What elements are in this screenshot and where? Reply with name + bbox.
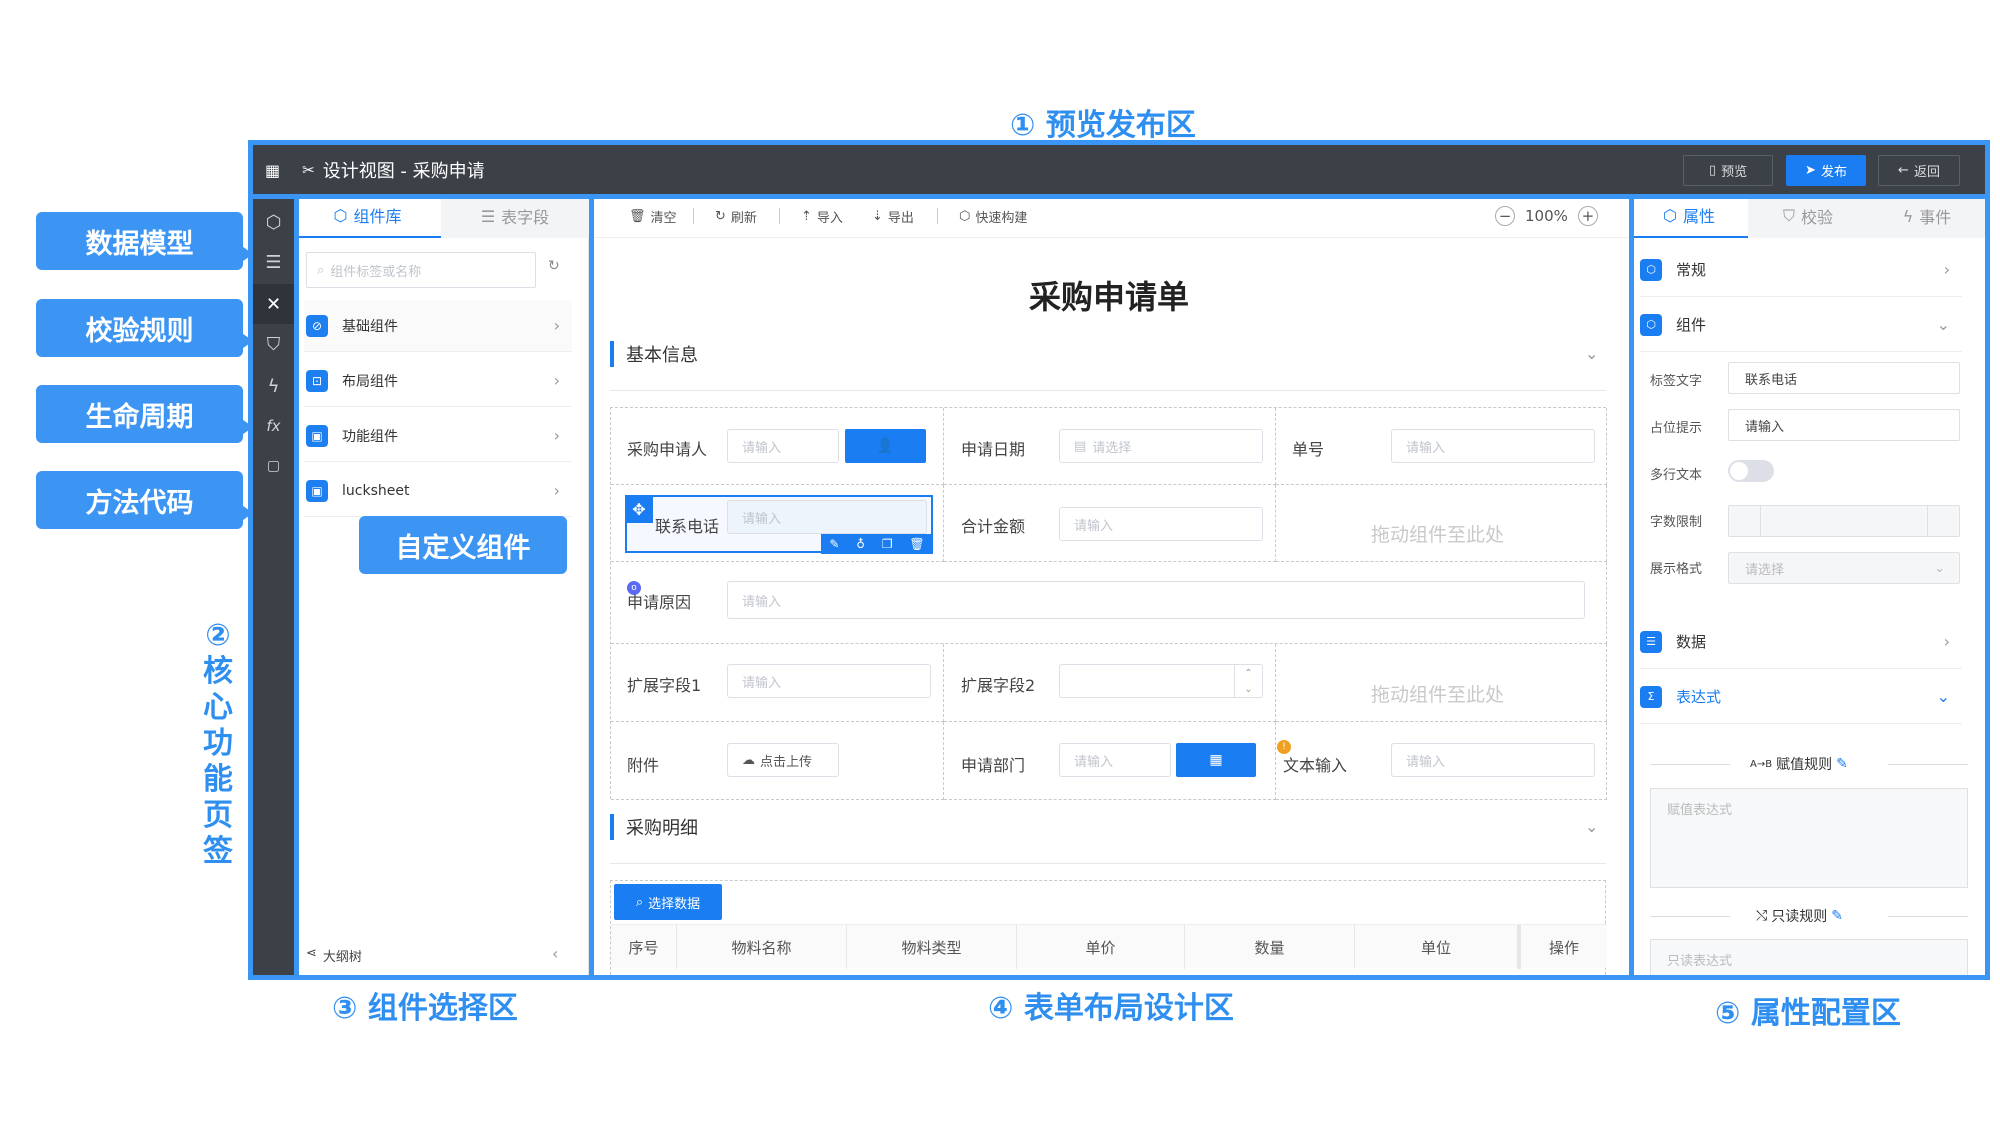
property-config-frame xyxy=(1629,194,1990,980)
preview-publish-annotation: ① 预览发布区 xyxy=(1010,108,1196,143)
preview-publish-frame xyxy=(248,140,1990,199)
form-layout-frame xyxy=(589,194,1634,980)
validation-rule-callout: 校验规则 xyxy=(36,299,253,357)
form-layout-annotation: ④ 表单布局设计区 xyxy=(988,991,1234,1026)
property-config-annotation: ⑤ 属性配置区 xyxy=(1715,996,1901,1031)
lifecycle-callout: 生命周期 xyxy=(36,385,253,443)
method-code-callout: 方法代码 xyxy=(36,471,253,529)
core-tabs-annotation: ②核心功能页签 xyxy=(203,618,233,869)
data-model-callout: 数据模型 xyxy=(36,212,253,270)
component-select-annotation: ③ 组件选择区 xyxy=(332,991,518,1026)
component-select-frame xyxy=(294,194,594,980)
core-tabs-frame xyxy=(248,194,299,980)
